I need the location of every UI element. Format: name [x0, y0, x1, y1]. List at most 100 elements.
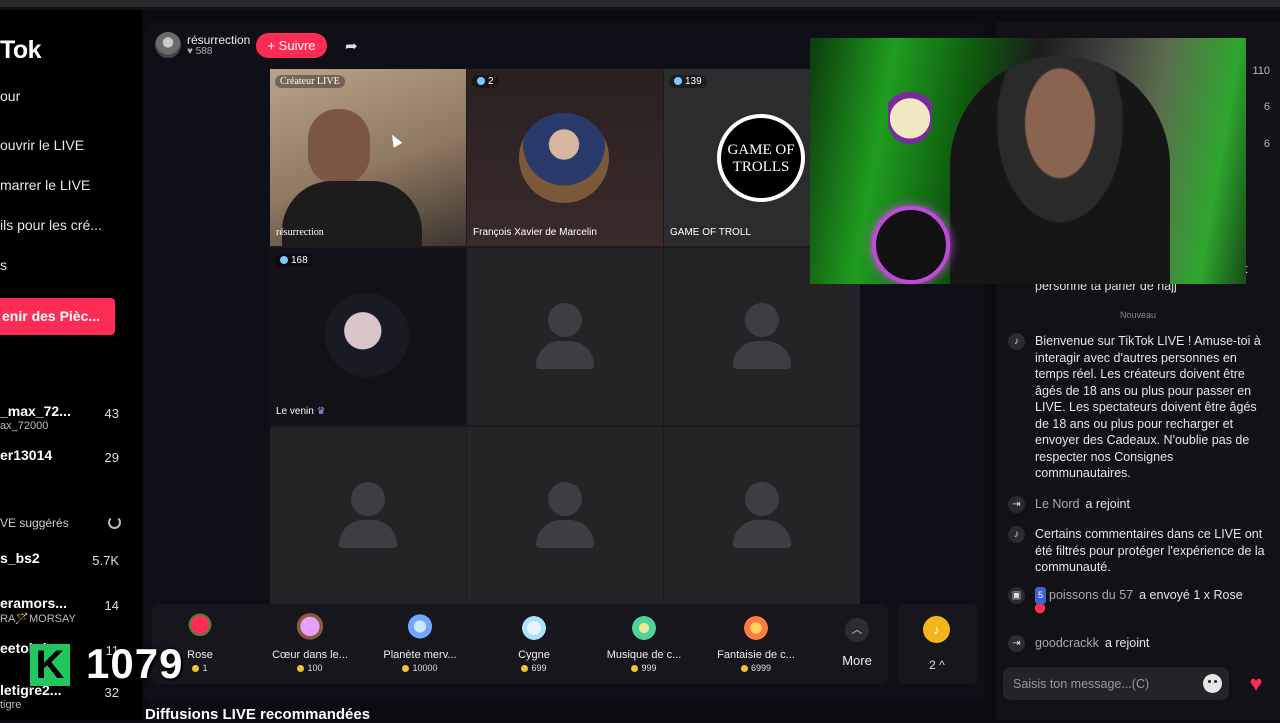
message-text: Bienvenue sur TikTok LIVE ! Amuse-toi à … — [1035, 334, 1261, 480]
nav-item-decouvrir-live[interactable]: ouvrir le LIVE — [0, 137, 84, 153]
gift-price: 10000 — [365, 663, 475, 673]
nav-item-demarrer-live[interactable]: marrer le LIVE — [0, 177, 90, 193]
chat-input-box — [1003, 667, 1229, 700]
followed-account[interactable]: er13014 29 — [0, 447, 130, 465]
chat-message: ♪ Certains commentaires dans ce LIVE ont… — [1008, 526, 1270, 576]
streamer-webcam-overlay — [810, 38, 1246, 284]
gift-name: Musique de c... — [606, 649, 682, 661]
gift-musique[interactable]: Musique de c... 999 — [589, 612, 699, 673]
level-badge: 5 — [1035, 587, 1047, 604]
swan-icon — [518, 612, 550, 644]
score-value: 1079 — [86, 640, 184, 687]
multi-guest-grid: Créateur LIVE résurrection 2 François Xa… — [270, 69, 860, 604]
message-text: Le Nord a rejoint — [1035, 497, 1130, 511]
gift-icon: ▣ — [1008, 587, 1025, 604]
chat-message: ♪ Bienvenue sur TikTok LIVE ! Amuse-toi … — [1008, 333, 1270, 482]
account-handle: RA🪄MORSAY — [0, 613, 76, 625]
rank-value: 110 — [1252, 65, 1270, 77]
person-placeholder-icon — [548, 303, 582, 337]
gift-price: 699 — [479, 663, 589, 673]
host-name[interactable]: résurrection — [187, 33, 250, 47]
suggested-account[interactable]: s_bs2 5.7K — [0, 550, 130, 568]
gift-planete[interactable]: Planète merv... 10000 — [365, 612, 475, 673]
person-placeholder-icon — [351, 482, 385, 516]
viewer-count: 5.7K — [92, 553, 119, 568]
nav-item-pour[interactable]: our — [0, 88, 20, 104]
follow-button[interactable]: + Suivre — [256, 33, 327, 58]
chat-message: ⇥ Le Nord a rejoint — [1008, 496, 1270, 513]
host-likes: ♥ 588 — [187, 46, 213, 57]
viewer-count: 29 — [104, 450, 119, 465]
gift-name: Planète merv... — [383, 649, 457, 661]
join-icon: ⇥ — [1008, 496, 1025, 513]
gift-fantaisie[interactable]: Fantaisie de c... 6999 — [701, 612, 811, 673]
suggested-live-title: VE suggérés — [0, 516, 69, 530]
account-handle: ax_72000 — [0, 420, 49, 432]
rank-value: 6 — [1263, 101, 1270, 113]
chat-message: ▣ 5 poissons du 57 a envoyé 1 x Rose — [1008, 587, 1270, 620]
person-placeholder-icon — [536, 341, 594, 369]
share-icon[interactable]: ➦ — [345, 37, 358, 55]
streamer-figure — [950, 56, 1170, 284]
rose-icon — [184, 612, 216, 644]
rank-value: 6 — [1263, 138, 1270, 150]
nav-item-outils-createurs[interactable]: ils pour les cré... — [0, 217, 102, 233]
kick-logo-icon: K — [30, 644, 70, 686]
tiktok-logo[interactable]: Tok — [0, 36, 42, 65]
empty-seat[interactable] — [467, 427, 663, 604]
person-placeholder-icon — [745, 303, 779, 337]
person-placeholder-icon — [548, 482, 582, 516]
coin-count: 2 ^ — [929, 658, 945, 672]
person-placeholder-icon — [733, 520, 791, 548]
message-text: Certains commentaires dans ce LIVE ont é… — [1035, 527, 1265, 574]
gift-coeur[interactable]: Cœur dans le... 100 — [255, 612, 365, 673]
get-coins-button[interactable]: enir des Pièc... — [0, 298, 115, 335]
nav-item-more[interactable]: s — [0, 257, 7, 273]
chat-username[interactable]: goodcrackk — [1035, 636, 1099, 650]
empty-seat[interactable] — [270, 427, 466, 604]
skull-sticker-icon — [888, 80, 932, 144]
guest-avatar — [325, 293, 409, 377]
guest-tile[interactable]: 2 François Xavier de Marcelin — [467, 69, 663, 246]
person-placeholder-icon — [339, 520, 397, 548]
host-likes-count: 588 — [195, 46, 213, 57]
left-sidebar: Tok our ouvrir le LIVE marrer le LIVE il… — [0, 10, 142, 720]
suggested-account[interactable]: eramors... RA🪄MORSAY 14 — [0, 595, 130, 625]
guest-avatar — [519, 113, 609, 203]
new-messages-divider: Nouveau — [1119, 310, 1157, 320]
person-placeholder-icon — [733, 341, 791, 369]
heart-icon[interactable]: ♥ — [1240, 667, 1272, 700]
chat-message: ⇥ goodcrackk a rejoint — [1008, 635, 1270, 652]
gift-name: Fantaisie de c... — [717, 649, 795, 661]
gift-price: 6999 — [701, 663, 811, 673]
coin-icon: ♪ — [923, 616, 950, 643]
empty-seat[interactable] — [664, 427, 860, 604]
tiktok-icon: ♪ — [1008, 333, 1025, 350]
guest-name: Le venin ♛ — [276, 406, 326, 417]
refresh-icon[interactable] — [108, 516, 121, 529]
message-text: 5 poissons du 57 a envoyé 1 x Rose — [1035, 587, 1270, 620]
followed-account[interactable]: _max_72... ax_72000 43 — [0, 403, 130, 432]
chat-input[interactable] — [1013, 667, 1203, 700]
coin-balance-panel[interactable]: ♪ 2 ^ — [897, 604, 977, 684]
microphone-icon — [872, 206, 950, 284]
guest-tile[interactable]: 168 Le venin ♛ — [270, 248, 466, 425]
host-avatar[interactable] — [155, 32, 181, 58]
tiktok-icon: ♪ — [1008, 526, 1025, 543]
mouse-cursor-icon — [387, 132, 403, 148]
planet-icon — [404, 612, 436, 644]
chevron-up-icon: ︿ — [845, 618, 869, 642]
gift-price: 999 — [589, 663, 699, 673]
gift-cygne[interactable]: Cygne 699 — [479, 612, 589, 673]
chat-username[interactable]: poissons du 57 — [1049, 588, 1133, 602]
guest-tile-host[interactable]: Créateur LIVE résurrection — [270, 69, 466, 246]
join-icon: ⇥ — [1008, 635, 1025, 652]
chat-username[interactable]: Le Nord — [1035, 497, 1079, 511]
emoji-icon[interactable] — [1203, 674, 1222, 693]
person-placeholder-icon — [536, 520, 594, 548]
host-face — [308, 109, 370, 185]
more-gifts-button[interactable]: ︿ More — [830, 618, 884, 668]
viewer-count: 43 — [104, 406, 119, 421]
empty-seat[interactable] — [467, 248, 663, 425]
person-placeholder-icon — [745, 482, 779, 516]
